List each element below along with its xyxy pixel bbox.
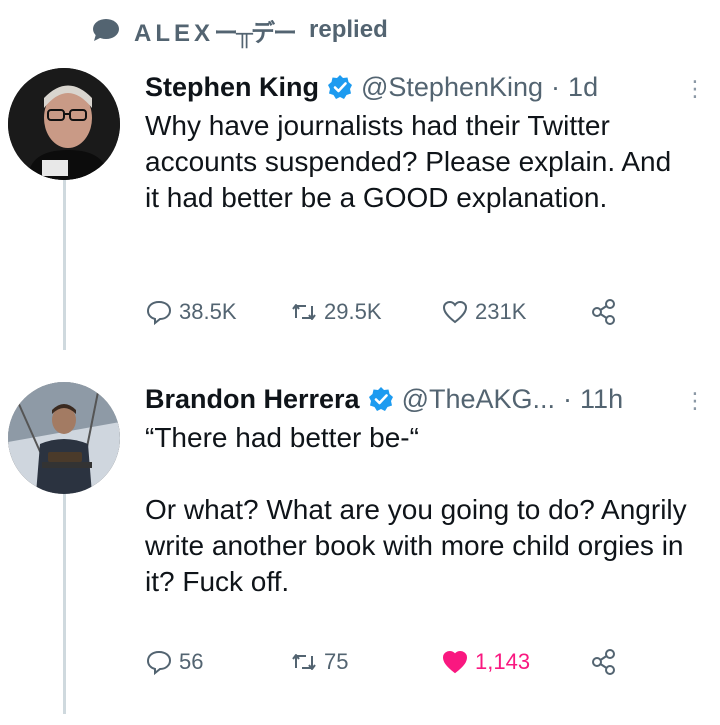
tweet-actions: 56 75 1,143 [145, 648, 705, 682]
retweet-icon [292, 654, 316, 670]
tweet-actions: 38.5K 29.5K 231K [145, 298, 705, 332]
timestamp[interactable]: 11h [580, 382, 623, 416]
avatar[interactable] [8, 68, 120, 180]
reply-context-header: ALEXー╥デー replied [92, 12, 388, 48]
display-name[interactable]: Brandon Herrera [145, 382, 360, 416]
reply-icon [146, 650, 172, 676]
like-button[interactable]: 1,143 [441, 648, 530, 676]
reply-button[interactable]: 38.5K [145, 298, 237, 326]
like-count: 1,143 [475, 649, 531, 674]
more-icon[interactable]: ⋮ [684, 388, 706, 414]
separator: · [551, 72, 561, 102]
share-button[interactable] [590, 648, 618, 676]
handle[interactable]: @StephenKing [361, 70, 543, 104]
thread-connector [63, 180, 66, 350]
tweet[interactable]: Brandon Herrera @TheAKG... · 11h ⋮ “Ther… [145, 382, 706, 600]
replied-label: replied [309, 16, 388, 43]
like-icon [442, 300, 468, 324]
verified-badge-icon [328, 75, 352, 99]
retweet-count: 29.5K [324, 299, 382, 324]
handle[interactable]: @TheAKG... [402, 382, 555, 416]
speech-bubble-icon [93, 19, 119, 41]
reply-count: 38.5K [179, 299, 237, 324]
tweet-text: “There had better be-“ Or what? What are… [145, 422, 687, 597]
tweet-header: Stephen King @StephenKing · 1d [145, 70, 706, 104]
replier-name-suffix: ー╥デー [214, 19, 297, 47]
reply-count: 56 [179, 649, 204, 674]
like-button[interactable]: 231K [441, 298, 526, 326]
tweet-header: Brandon Herrera @TheAKG... · 11h [145, 382, 706, 416]
verified-badge-icon [368, 387, 393, 411]
tweet-text: Why have journalists had their Twitter a… [145, 110, 672, 213]
share-icon [592, 649, 615, 675]
like-count: 231K [475, 299, 527, 324]
retweet-button[interactable]: 75 [290, 648, 348, 676]
retweet-icon [292, 304, 316, 320]
replier-name[interactable]: ALEX [134, 20, 214, 47]
share-icon [592, 299, 615, 325]
like-icon [442, 650, 468, 674]
more-icon[interactable]: ⋮ [684, 76, 706, 102]
thread-connector [63, 494, 66, 714]
reply-button[interactable]: 56 [145, 648, 203, 676]
share-button[interactable] [590, 298, 618, 326]
retweet-button[interactable]: 29.5K [290, 298, 382, 326]
retweet-count: 75 [324, 649, 349, 674]
tweet[interactable]: Stephen King @StephenKing · 1d ⋮ Why hav… [145, 70, 706, 216]
avatar[interactable] [8, 382, 120, 494]
reply-icon [146, 300, 172, 326]
separator: · [563, 384, 573, 414]
display-name[interactable]: Stephen King [145, 70, 319, 104]
timestamp[interactable]: 1d [568, 70, 598, 104]
